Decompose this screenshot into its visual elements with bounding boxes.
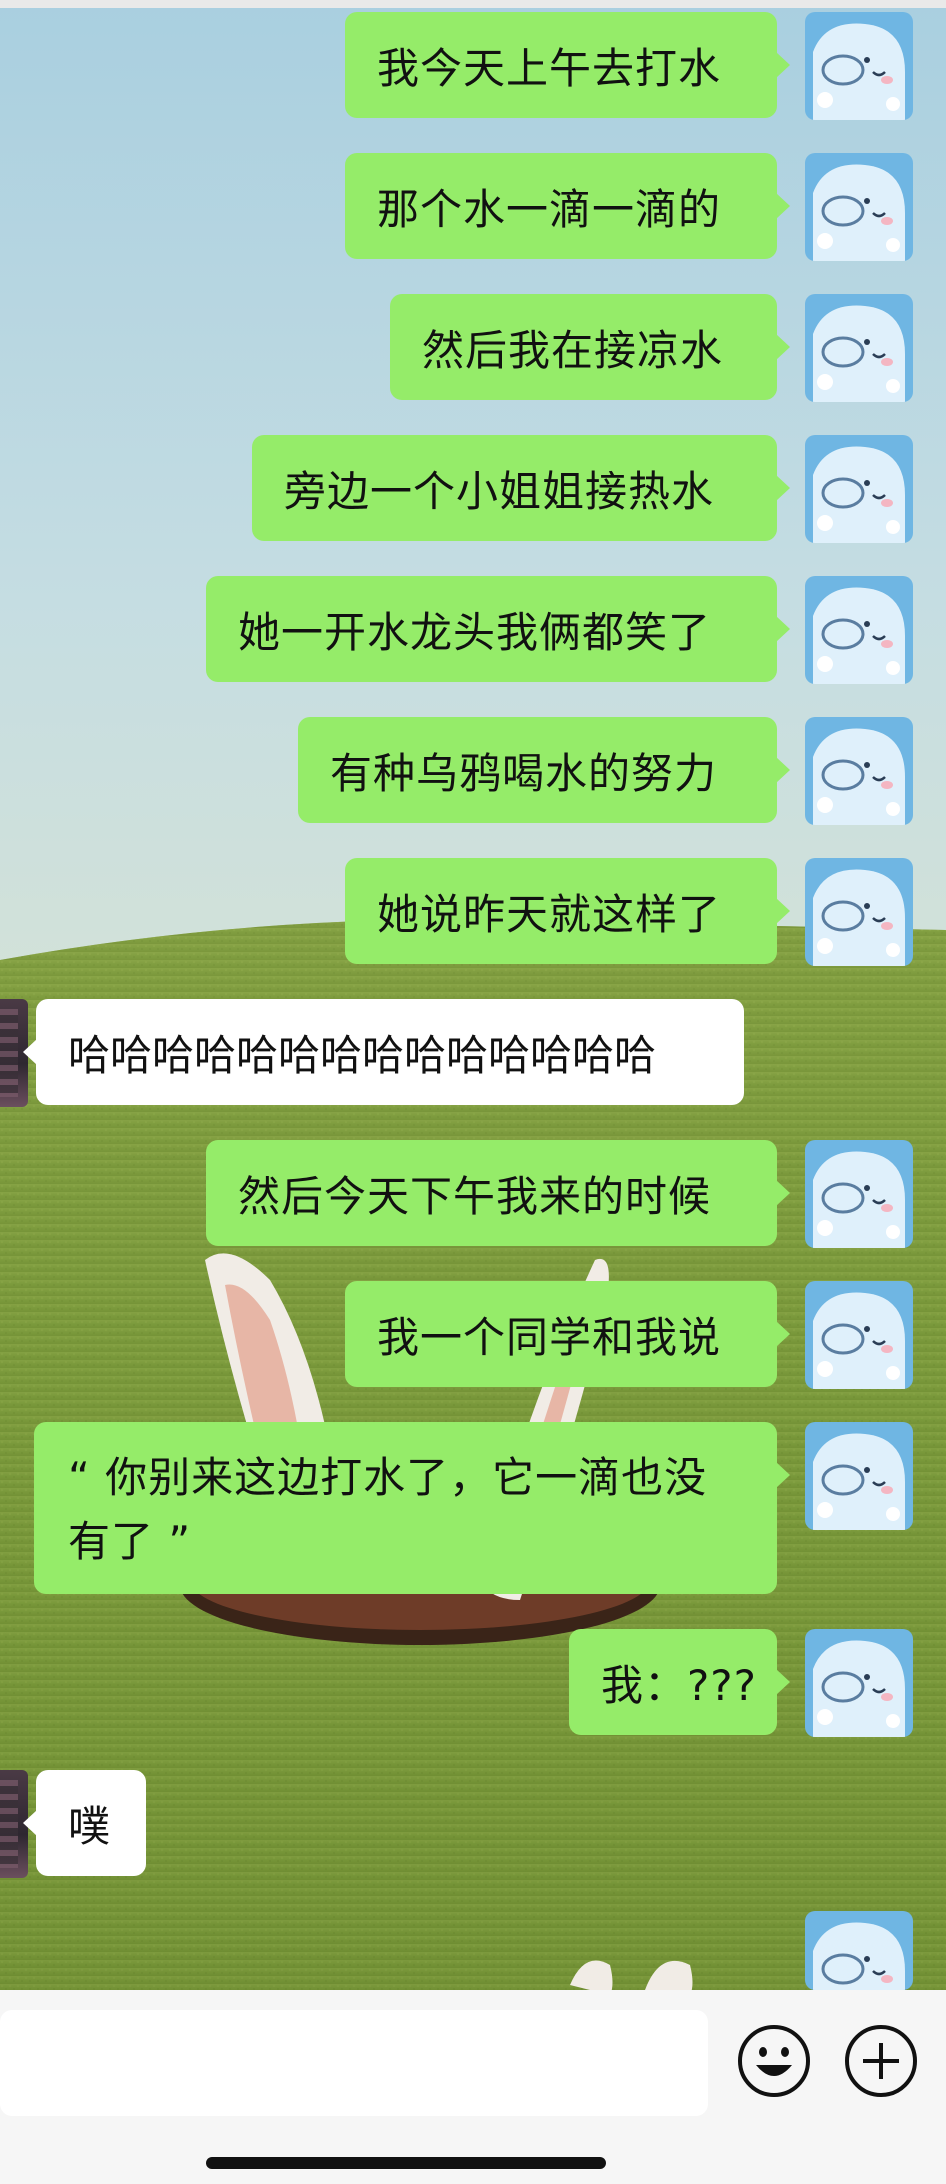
- my-avatar[interactable]: [805, 717, 913, 825]
- my-avatar[interactable]: [805, 1140, 913, 1248]
- message-input[interactable]: [0, 2010, 708, 2116]
- chat-message-list[interactable]: 我今天上午去打水 那个水一滴一滴的 然后我在接凉水 旁边一个小姐姐接热水 她一开…: [0, 0, 946, 1990]
- my-message-bubble[interactable]: 我一个同学和我说: [345, 1281, 790, 1387]
- my-avatar[interactable]: [805, 294, 913, 402]
- cat-avatar-icon: [805, 435, 913, 543]
- input-toolbar: [0, 1990, 946, 2184]
- my-message-bubble[interactable]: 旁边一个小姐姐接热水: [252, 435, 790, 541]
- cat-avatar-icon: [805, 153, 913, 261]
- cat-avatar-icon: [805, 1422, 913, 1530]
- my-message-bubble[interactable]: 我：???: [569, 1629, 790, 1735]
- cat-avatar-icon: [805, 717, 913, 825]
- my-message-bubble[interactable]: 然后今天下午我来的时候: [206, 1140, 790, 1246]
- cat-avatar-icon: [805, 1140, 913, 1248]
- cat-avatar-icon: [805, 1281, 913, 1389]
- my-avatar[interactable]: [805, 1281, 913, 1389]
- my-message-bubble[interactable]: 然后我在接凉水: [390, 294, 790, 400]
- my-message-bubble[interactable]: 她一开水龙头我俩都笑了: [206, 576, 790, 682]
- their-message-bubble[interactable]: 哈哈哈哈哈哈哈哈哈哈哈哈哈哈: [23, 999, 744, 1105]
- cat-avatar-icon: [805, 858, 913, 966]
- my-avatar[interactable]: [805, 1629, 913, 1737]
- my-message-bubble[interactable]: “ 你别来这边打水了，它一滴也没有了 ”: [34, 1422, 790, 1594]
- cat-avatar-icon: [805, 12, 913, 120]
- my-message-bubble[interactable]: 我今天上午去打水: [345, 12, 790, 118]
- my-avatar[interactable]: [805, 858, 913, 966]
- emoji-button[interactable]: [736, 2023, 812, 2099]
- status-bar-edge: [0, 0, 946, 8]
- cat-avatar-icon: [805, 576, 913, 684]
- my-avatar[interactable]: [805, 12, 913, 120]
- my-avatar[interactable]: [805, 435, 913, 543]
- cat-avatar-icon: [805, 294, 913, 402]
- my-avatar[interactable]: [805, 153, 913, 261]
- their-message-bubble[interactable]: 噗: [23, 1770, 146, 1876]
- my-message-bubble[interactable]: 她说昨天就这样了: [345, 858, 790, 964]
- cat-avatar-icon: [805, 1629, 913, 1737]
- plus-button[interactable]: [843, 2023, 919, 2099]
- my-avatar[interactable]: [805, 1422, 913, 1530]
- my-avatar[interactable]: [805, 576, 913, 684]
- plus-circle-icon: [845, 2025, 917, 2097]
- cat-avatar-icon: [805, 1911, 913, 1990]
- my-avatar[interactable]: [805, 1911, 913, 1990]
- my-message-bubble[interactable]: 有种乌鸦喝水的努力: [298, 717, 790, 823]
- smiley-face-icon: [738, 2025, 810, 2097]
- my-message-bubble[interactable]: 那个水一滴一滴的: [345, 153, 790, 259]
- home-indicator: [206, 2157, 606, 2169]
